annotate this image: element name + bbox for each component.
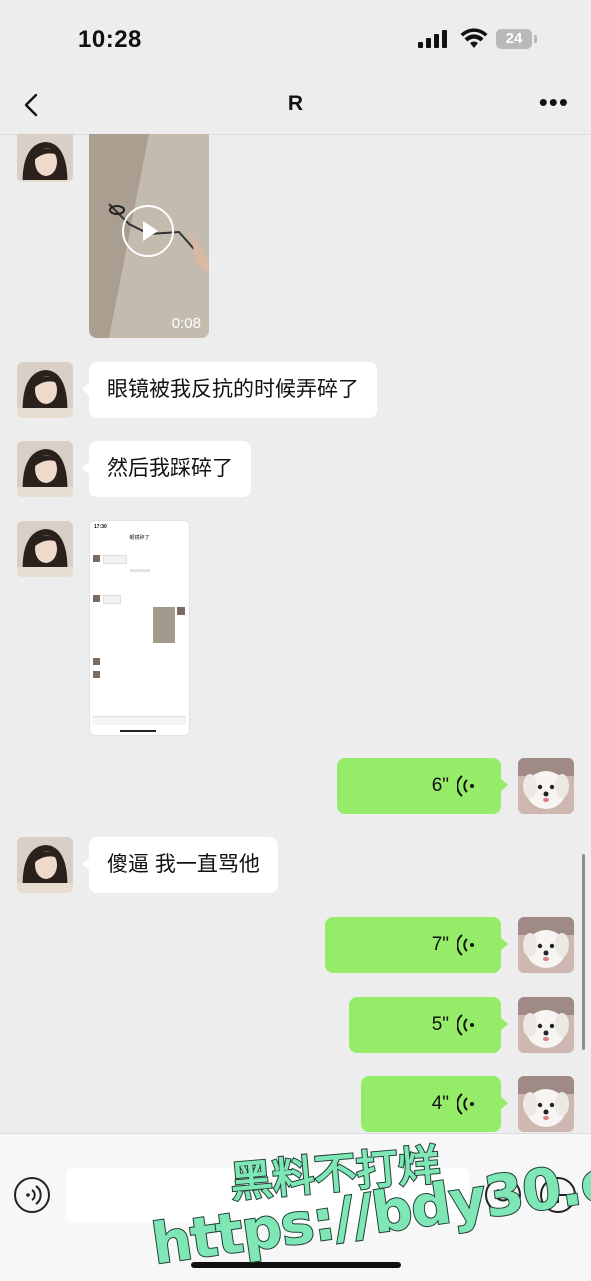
outgoing-voice-message[interactable]: 7" [325,917,508,973]
contact-avatar[interactable] [17,441,73,497]
outgoing-voice-message[interactable]: 6" [337,758,508,814]
video-duration: 0:08 [171,315,201,332]
voice-wave-icon [457,775,474,797]
voice-duration: 5" [431,1014,449,1035]
incoming-text-message[interactable]: 眼镜被我反抗的时候弄碎了 [82,362,377,418]
status-time: 10:28 [78,26,142,53]
contact-avatar-image [17,134,73,182]
contact-avatar-image [17,521,73,577]
my-avatar[interactable] [518,1076,574,1132]
my-avatar[interactable] [518,758,574,814]
cellular-signal-icon [418,30,450,48]
contact-avatar-image [17,837,73,893]
voice-duration: 7" [431,934,449,955]
contact-avatar[interactable] [17,134,73,182]
thumbnail-time: 17:30 [94,524,107,530]
play-icon[interactable] [122,205,174,257]
battery-level: 24 [505,30,523,47]
contact-avatar[interactable] [17,521,73,577]
outgoing-voice-message[interactable]: 4" [361,1076,508,1132]
my-avatar[interactable] [518,997,574,1053]
incoming-text-message[interactable]: 傻逼 我一直骂他 [82,837,278,893]
voice-wave-icon [457,1014,474,1036]
contact-avatar[interactable] [17,362,73,418]
video-message[interactable]: 0:08 [89,134,209,338]
voice-duration: 6" [431,775,449,796]
more-options-icon[interactable]: ••• [535,89,569,118]
dog-avatar-image [518,917,574,973]
incoming-text-message[interactable]: 然后我踩碎了 [82,441,251,497]
my-avatar[interactable] [518,917,574,973]
dog-avatar-image [518,758,574,814]
voice-duration: 4" [431,1093,449,1114]
status-bar: 10:28 24 [0,0,591,80]
voice-wave-icon [457,934,474,956]
wifi-icon [460,28,488,48]
voice-wave-icon [457,1093,474,1115]
chat-title: R [287,92,304,115]
contact-avatar-image [17,362,73,418]
voice-input-icon[interactable] [14,1177,50,1213]
contact-avatar[interactable] [17,837,73,893]
dog-avatar-image [518,997,574,1053]
dog-avatar-image [518,1076,574,1132]
chat-header: R ••• [0,80,591,135]
scrollbar[interactable] [582,854,585,1050]
battery-icon: 24 [496,29,537,49]
contact-avatar-image [17,441,73,497]
outgoing-voice-message[interactable]: 5" [349,997,508,1053]
image-message-screenshot[interactable]: 17:30 眼镜碎了 [89,520,190,736]
thumbnail-title: 眼镜碎了 [129,535,150,541]
